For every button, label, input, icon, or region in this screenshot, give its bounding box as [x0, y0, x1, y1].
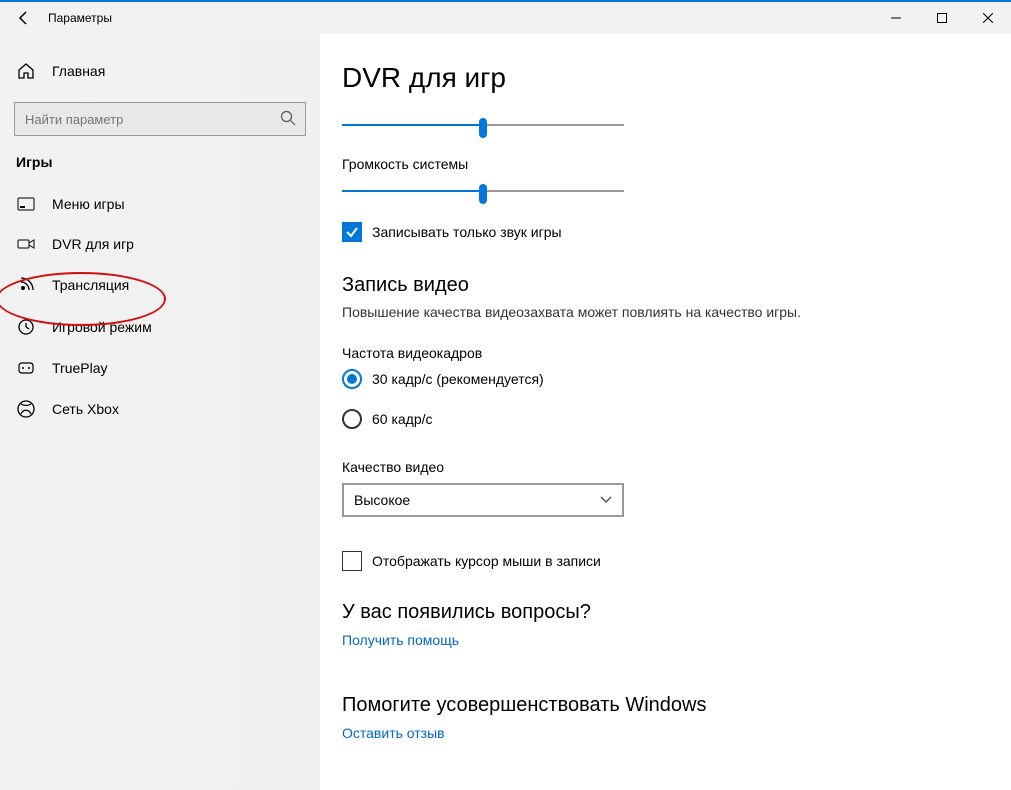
sidebar-item-broadcast[interactable]: Трансляция — [0, 264, 320, 306]
sidebar-home-label: Главная — [52, 63, 105, 79]
minimize-button[interactable] — [873, 2, 919, 34]
sidebar-item-label: Трансляция — [52, 277, 129, 293]
quality-label: Качество видео — [342, 459, 1011, 475]
main-panel: DVR для игр Громкость системы Записывать… — [320, 34, 1011, 790]
radio-60fps[interactable]: 60 кадр/c — [342, 409, 1011, 429]
video-section-title: Запись видео — [342, 274, 1011, 297]
help-title: У вас появились вопросы? — [342, 601, 1011, 624]
window-title: Параметры — [48, 11, 112, 25]
chevron-down-icon — [600, 496, 612, 504]
checkbox-label: Записывать только звук игры — [372, 224, 562, 240]
checkbox-label: Отображать курсор мыши в записи — [372, 553, 601, 569]
sidebar-home[interactable]: Главная — [0, 52, 320, 90]
dvr-icon — [16, 237, 36, 251]
slider-system-volume[interactable] — [342, 180, 624, 204]
sidebar-item-xbox[interactable]: Сеть Xbox — [0, 388, 320, 430]
sidebar-item-trueplay[interactable]: TruePlay — [0, 348, 320, 388]
sidebar-item-label: Меню игры — [52, 196, 125, 212]
checkbox-record-game-audio[interactable] — [342, 222, 362, 242]
maximize-icon — [937, 13, 947, 23]
close-button[interactable] — [965, 2, 1011, 34]
radio-30fps[interactable]: 30 кадр/c (рекомендуется) — [342, 369, 1011, 389]
sidebar-item-game-mode[interactable]: Игровой режим — [0, 306, 320, 348]
radio-label: 30 кадр/c (рекомендуется) — [372, 371, 544, 387]
sidebar-category: Игры — [0, 154, 320, 184]
sidebar-item-label: TruePlay — [52, 360, 108, 376]
feedback-title: Помогите усовершенствовать Windows — [342, 694, 1011, 717]
home-icon — [16, 62, 36, 80]
select-value: Высокое — [354, 492, 410, 508]
minimize-icon — [891, 13, 901, 23]
quality-select[interactable]: Высокое — [342, 483, 624, 517]
check-icon — [345, 225, 359, 239]
system-volume-label: Громкость системы — [342, 156, 1011, 172]
slider-mic-volume[interactable] — [342, 114, 624, 138]
checkbox-show-cursor[interactable] — [342, 551, 362, 571]
search-input[interactable] — [14, 102, 306, 136]
video-section-desc: Повышение качества видеозахвата может по… — [342, 303, 802, 323]
sidebar-item-label: Сеть Xbox — [52, 401, 119, 417]
maximize-button[interactable] — [919, 2, 965, 34]
page-title: DVR для игр — [342, 62, 1011, 94]
game-bar-icon — [16, 197, 36, 211]
broadcast-icon — [16, 276, 36, 294]
search-icon — [280, 110, 296, 131]
xbox-icon — [16, 400, 36, 418]
feedback-link[interactable]: Оставить отзыв — [342, 725, 445, 741]
fps-label: Частота видеокадров — [342, 345, 1011, 361]
sidebar-item-game-bar[interactable]: Меню игры — [0, 184, 320, 224]
titlebar: Параметры — [0, 2, 1011, 34]
trueplay-icon — [16, 361, 36, 375]
sidebar: Главная Игры Меню игры DVR для игр Транс… — [0, 34, 320, 790]
help-link[interactable]: Получить помощь — [342, 632, 459, 648]
close-icon — [983, 13, 993, 23]
sidebar-item-dvr[interactable]: DVR для игр — [0, 224, 320, 264]
sidebar-item-label: Игровой режим — [52, 319, 152, 335]
arrow-left-icon — [16, 10, 32, 26]
game-mode-icon — [16, 318, 36, 336]
radio-label: 60 кадр/c — [372, 411, 433, 427]
back-button[interactable] — [8, 2, 40, 34]
sidebar-item-label: DVR для игр — [52, 236, 134, 252]
